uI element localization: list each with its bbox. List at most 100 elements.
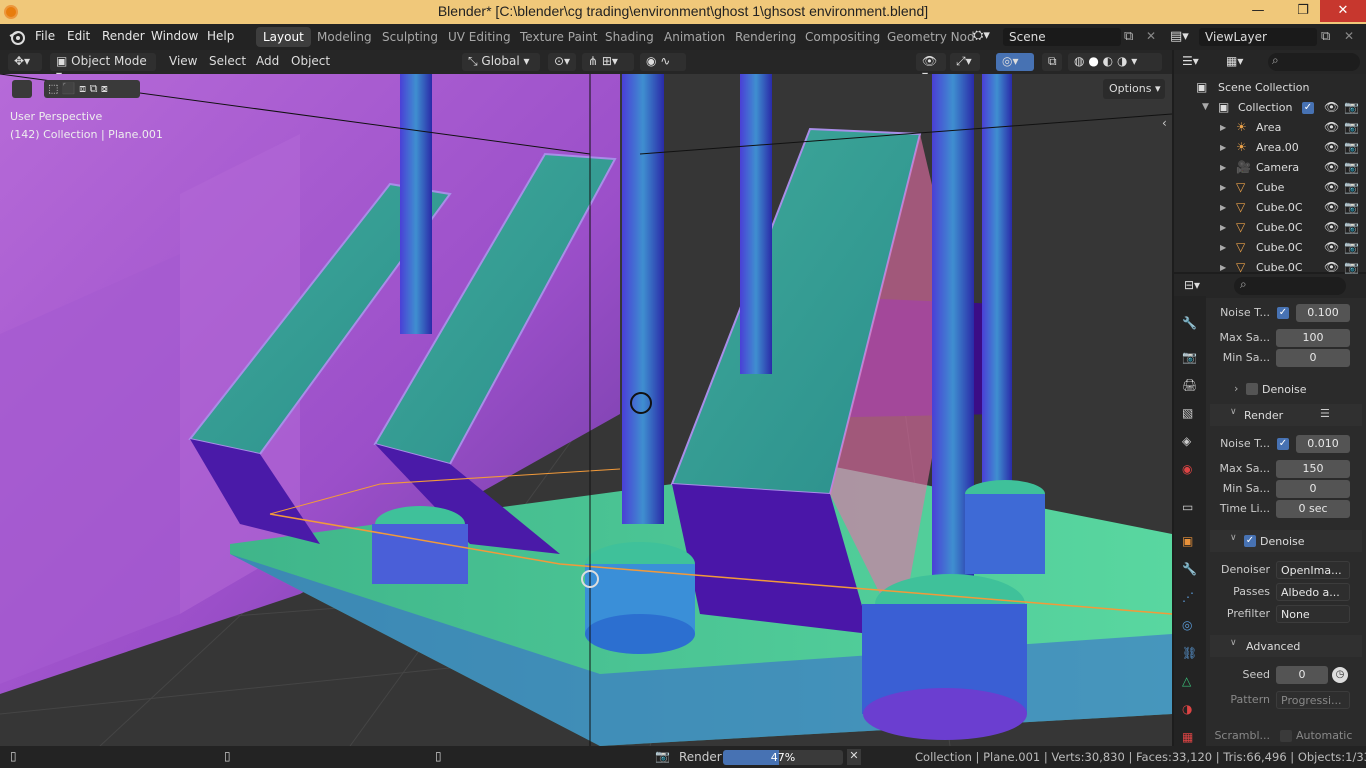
rendered-shading-icon[interactable]: ◑ bbox=[1117, 54, 1127, 68]
menu-select[interactable]: Select bbox=[209, 54, 246, 68]
render-min-samples-field[interactable]: 0 bbox=[1276, 480, 1350, 498]
menu-render[interactable]: Render bbox=[102, 29, 145, 43]
tab-uv-editing[interactable]: UV Editing bbox=[441, 27, 518, 47]
seed-field[interactable]: 0 bbox=[1276, 666, 1328, 684]
render-subpanel-header[interactable]: ∨ Render ☰ bbox=[1210, 404, 1362, 426]
cancel-render-button[interactable]: ✕ bbox=[847, 749, 861, 765]
render-denoise-subpanel[interactable]: ∨ ✓ Denoise bbox=[1210, 530, 1362, 552]
visibility-icon[interactable]: 👁 bbox=[1324, 160, 1339, 174]
outliner-object-row[interactable]: ▶ ▽ Cube.0C 👁 📷 bbox=[1174, 218, 1366, 238]
menu-add[interactable]: Add bbox=[256, 54, 279, 68]
visibility-icon[interactable]: 👁 bbox=[1324, 260, 1339, 274]
expand-arrow-icon[interactable]: ▶ bbox=[1220, 221, 1226, 235]
gizmo-icon[interactable]: ⤢▾ bbox=[950, 53, 980, 71]
modifier-tab-icon[interactable]: 🔧 bbox=[1182, 562, 1197, 576]
material-shading-icon[interactable]: ◐ bbox=[1103, 54, 1113, 68]
visibility-icon[interactable]: 👁▾ bbox=[916, 53, 946, 82]
outliner-object-row[interactable]: ▶ ▽ Cube 👁 📷 bbox=[1174, 178, 1366, 198]
pivot-point-icon[interactable]: ⊙▾ bbox=[548, 53, 576, 71]
output-tab-icon[interactable]: 🖨 bbox=[1182, 378, 1197, 392]
solid-shading-icon[interactable]: ● bbox=[1088, 54, 1098, 68]
transform-orientation-dropdown[interactable]: ⤡ Global ▾ bbox=[462, 53, 540, 71]
proportional-edit-icon[interactable]: ◉ ∿ bbox=[640, 53, 686, 71]
properties-search-input[interactable]: ⌕ bbox=[1234, 277, 1346, 295]
tool-select-icon[interactable] bbox=[12, 80, 32, 98]
menu-window[interactable]: Window bbox=[151, 29, 198, 43]
expand-arrow-icon[interactable]: ▶ bbox=[1220, 181, 1226, 195]
mode-dropdown[interactable]: ▣ Object Mode ▾ bbox=[50, 53, 156, 82]
view-layer-tab-icon[interactable]: ▧ bbox=[1182, 406, 1193, 420]
tab-geometry-nodes[interactable]: Geometry Nod bbox=[880, 27, 982, 47]
material-tab-icon[interactable]: ◑ bbox=[1182, 702, 1192, 716]
collection-tab-icon[interactable]: ▭ bbox=[1182, 500, 1193, 514]
render-visibility-icon[interactable]: 📷 bbox=[1344, 260, 1359, 274]
snap-icon[interactable]: ⋔ ⊞▾ bbox=[582, 53, 634, 71]
tab-modeling[interactable]: Modeling bbox=[310, 27, 379, 47]
collection-exclude-checkbox[interactable]: ✓ bbox=[1302, 102, 1314, 114]
menu-edit[interactable]: Edit bbox=[67, 29, 90, 43]
viewport-noise-field[interactable]: 0.100 bbox=[1296, 304, 1350, 322]
expand-collection-icon[interactable]: ▼ bbox=[1202, 100, 1209, 114]
tab-compositing[interactable]: Compositing bbox=[798, 27, 887, 47]
collection-render-icon[interactable]: 📷 bbox=[1344, 100, 1359, 114]
render-noise-field[interactable]: 0.010 bbox=[1296, 435, 1350, 453]
constraints-tab-icon[interactable]: ⛓ bbox=[1182, 646, 1197, 660]
expand-arrow-icon[interactable]: ▶ bbox=[1220, 161, 1226, 175]
tab-texture-paint[interactable]: Texture Paint bbox=[513, 27, 604, 47]
outliner-object-row[interactable]: ▶ ▽ Cube.0C 👁 📷 bbox=[1174, 238, 1366, 258]
wireframe-shading-icon[interactable]: ◍ bbox=[1074, 54, 1084, 68]
viewlayer-name-field[interactable]: ViewLayer bbox=[1199, 28, 1317, 46]
tab-animation[interactable]: Animation bbox=[657, 27, 732, 47]
visibility-icon[interactable]: 👁 bbox=[1324, 200, 1339, 214]
particles-tab-icon[interactable]: ⋰ bbox=[1182, 590, 1194, 604]
outliner-editor-icon[interactable]: ☰▾ bbox=[1182, 54, 1199, 68]
menu-view[interactable]: View bbox=[169, 54, 197, 68]
object-tab-icon[interactable]: ▣ bbox=[1182, 534, 1193, 548]
tab-rendering[interactable]: Rendering bbox=[728, 27, 803, 47]
delete-viewlayer-icon[interactable]: ✕ bbox=[1344, 29, 1354, 43]
visibility-icon[interactable]: 👁 bbox=[1324, 120, 1339, 134]
viewport-denoise-subpanel[interactable]: › Denoise bbox=[1210, 378, 1362, 400]
render-noise-checkbox[interactable]: ✓ bbox=[1277, 438, 1289, 450]
pattern-dropdown[interactable]: Progressi... bbox=[1276, 691, 1350, 709]
list-presets-icon[interactable]: ☰ bbox=[1320, 407, 1330, 420]
visibility-icon[interactable]: 👁 bbox=[1324, 220, 1339, 234]
time-limit-field[interactable]: 0 sec bbox=[1276, 500, 1350, 518]
data-tab-icon[interactable]: △ bbox=[1182, 674, 1191, 688]
advanced-subpanel-header[interactable]: ∨ Advanced bbox=[1210, 635, 1362, 657]
delete-scene-icon[interactable]: ✕ bbox=[1146, 29, 1156, 43]
scene-tab-icon[interactable]: ◈ bbox=[1182, 434, 1191, 448]
menu-help[interactable]: Help bbox=[207, 29, 234, 43]
outliner-object-row[interactable]: ▶ ▽ Cube.0C 👁 📷 bbox=[1174, 198, 1366, 218]
render-denoise-checkbox[interactable]: ✓ bbox=[1244, 535, 1256, 547]
visibility-icon[interactable]: 👁 bbox=[1324, 180, 1339, 194]
scene-name-field[interactable]: Scene bbox=[1003, 28, 1121, 46]
menu-file[interactable]: File bbox=[35, 29, 55, 43]
render-visibility-icon[interactable]: 📷 bbox=[1344, 200, 1359, 214]
render-max-samples-field[interactable]: 150 bbox=[1276, 460, 1350, 478]
render-visibility-icon[interactable]: 📷 bbox=[1344, 160, 1359, 174]
prefilter-dropdown[interactable]: None bbox=[1276, 605, 1350, 623]
options-dropdown[interactable]: Options ▾ bbox=[1103, 79, 1165, 99]
denoiser-dropdown[interactable]: OpenIma... bbox=[1276, 561, 1350, 579]
viewport-max-samples-field[interactable]: 100 bbox=[1276, 329, 1350, 347]
passes-dropdown[interactable]: Albedo a... bbox=[1276, 583, 1350, 601]
visibility-icon[interactable]: 👁 bbox=[1324, 140, 1339, 154]
expand-arrow-icon[interactable]: ▶ bbox=[1220, 201, 1226, 215]
blender-logo-icon[interactable] bbox=[8, 28, 26, 46]
tool-tab-icon[interactable]: 🔧 bbox=[1182, 316, 1197, 330]
seed-clock-icon[interactable]: ◷ bbox=[1332, 667, 1348, 683]
3d-viewport[interactable]: ⬚ ⬛ ⧈ ⧉ ⧇ User Perspective (142) Collect… bbox=[0, 74, 1172, 746]
new-scene-icon[interactable]: ⧉ bbox=[1124, 29, 1133, 44]
render-visibility-icon[interactable]: 📷 bbox=[1344, 120, 1359, 134]
render-visibility-icon[interactable]: 📷 bbox=[1344, 180, 1359, 194]
tab-layout[interactable]: Layout bbox=[256, 27, 311, 47]
render-visibility-icon[interactable]: 📷 bbox=[1344, 240, 1359, 254]
tab-sculpting[interactable]: Sculpting bbox=[375, 27, 445, 47]
outliner-scene-collection[interactable]: ▣ Scene Collection bbox=[1174, 78, 1366, 98]
properties-editor-icon[interactable]: ⊟▾ bbox=[1184, 278, 1200, 292]
render-visibility-icon[interactable]: 📷 bbox=[1344, 220, 1359, 234]
viewport-min-samples-field[interactable]: 0 bbox=[1276, 349, 1350, 367]
close-button[interactable]: ✕ bbox=[1320, 0, 1366, 22]
tab-shading[interactable]: Shading bbox=[598, 27, 661, 47]
